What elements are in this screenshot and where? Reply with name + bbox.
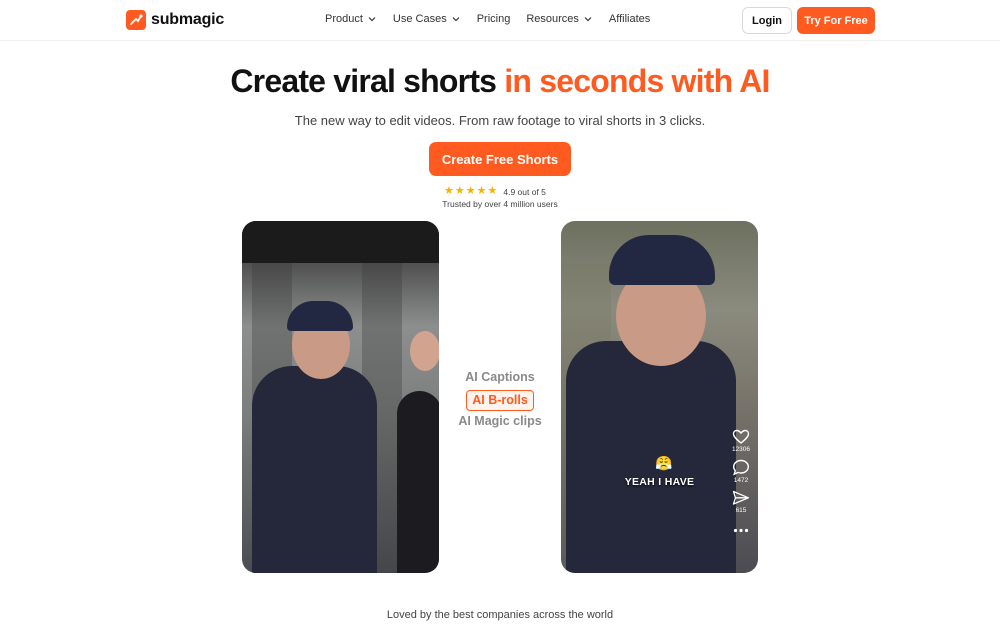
top-navbar: submagic Product Use Cases Pricing Resou… (0, 0, 1000, 41)
hero-subtitle: The new way to edit videos. From raw foo… (294, 113, 706, 128)
menu-item-label: Affiliates (608, 13, 651, 25)
hero-title-accent: in seconds with AI (504, 63, 770, 99)
chevron-down-icon (584, 17, 592, 22)
chevron-down-icon (452, 17, 460, 22)
brand-logo[interactable]: submagic (126, 10, 224, 30)
cap-icon (287, 301, 353, 331)
comment-action[interactable]: 1472 (732, 459, 750, 484)
more-action[interactable] (733, 528, 749, 533)
star-icon: ★ (476, 185, 487, 197)
trusted-text: Trusted by over 4 million users (442, 199, 558, 209)
raw-footage-video[interactable] (242, 221, 439, 573)
star-icon: ★ (454, 185, 465, 197)
chevron-down-icon (368, 17, 376, 22)
rating-stars: ★ ★ ★ ★ ★ (444, 186, 497, 197)
menu-item-use-cases[interactable]: Use Cases (393, 13, 461, 25)
brand-name: submagic (151, 11, 225, 28)
rating: ★ ★ ★ ★ ★ 4.9 out of 5 (444, 186, 546, 197)
star-icon: ★ (487, 185, 498, 197)
comments-count: 1472 (733, 477, 749, 484)
star-icon: ★ (444, 185, 454, 197)
menu-item-product[interactable]: Product (325, 13, 377, 25)
login-button[interactable]: Login (742, 7, 792, 34)
star-icon: ★ (465, 185, 476, 197)
person-figure (566, 341, 736, 573)
menu-item-label: Product (325, 13, 363, 25)
hero-title-main: Create viral shorts (230, 63, 497, 99)
comment-icon (732, 459, 750, 476)
caption-text: YEAH I HAVE (624, 476, 695, 488)
video-awning (242, 221, 439, 263)
like-action[interactable]: 12306 (732, 429, 750, 453)
feature-ai-magic-clips[interactable]: AI Magic clips (450, 412, 550, 433)
send-icon (732, 490, 750, 505)
person-figure (252, 366, 377, 573)
person-figure (410, 331, 439, 371)
hero-title: Create viral shorts in seconds with AI (0, 63, 1000, 100)
heart-icon (732, 429, 750, 444)
feature-ai-b-rolls[interactable]: AI B-rolls (466, 390, 534, 411)
video-side-actions: 12306 1472 615 (729, 429, 753, 533)
main-menu: Product Use Cases Pricing Resources Affi… (325, 13, 650, 25)
likes-count: 12306 (731, 446, 751, 453)
menu-item-resources[interactable]: Resources (526, 13, 593, 25)
shares-count: 615 (735, 507, 747, 514)
cap-icon (609, 235, 715, 285)
loved-by-text: Loved by the best companies across the w… (386, 609, 614, 621)
share-action[interactable]: 615 (732, 490, 750, 514)
menu-item-label: Pricing (476, 13, 511, 25)
feature-ai-captions[interactable]: AI Captions (450, 368, 550, 389)
feature-list: AI Captions AI B-rolls AI Magic clips (450, 368, 550, 433)
rating-text: 4.9 out of 5 (503, 186, 546, 197)
menu-item-pricing[interactable]: Pricing (477, 13, 511, 25)
menu-item-affiliates[interactable]: Affiliates (609, 13, 650, 25)
menu-item-label: Resources (526, 13, 579, 25)
create-free-shorts-button[interactable]: Create Free Shorts (429, 142, 571, 176)
person-figure (397, 391, 439, 573)
more-dots-icon (733, 528, 749, 533)
menu-item-label: Use Cases (392, 13, 447, 25)
try-for-free-button[interactable]: Try For Free (797, 7, 875, 34)
caption-emoji: 😤 (655, 455, 673, 471)
submagic-logo-icon (126, 10, 146, 30)
